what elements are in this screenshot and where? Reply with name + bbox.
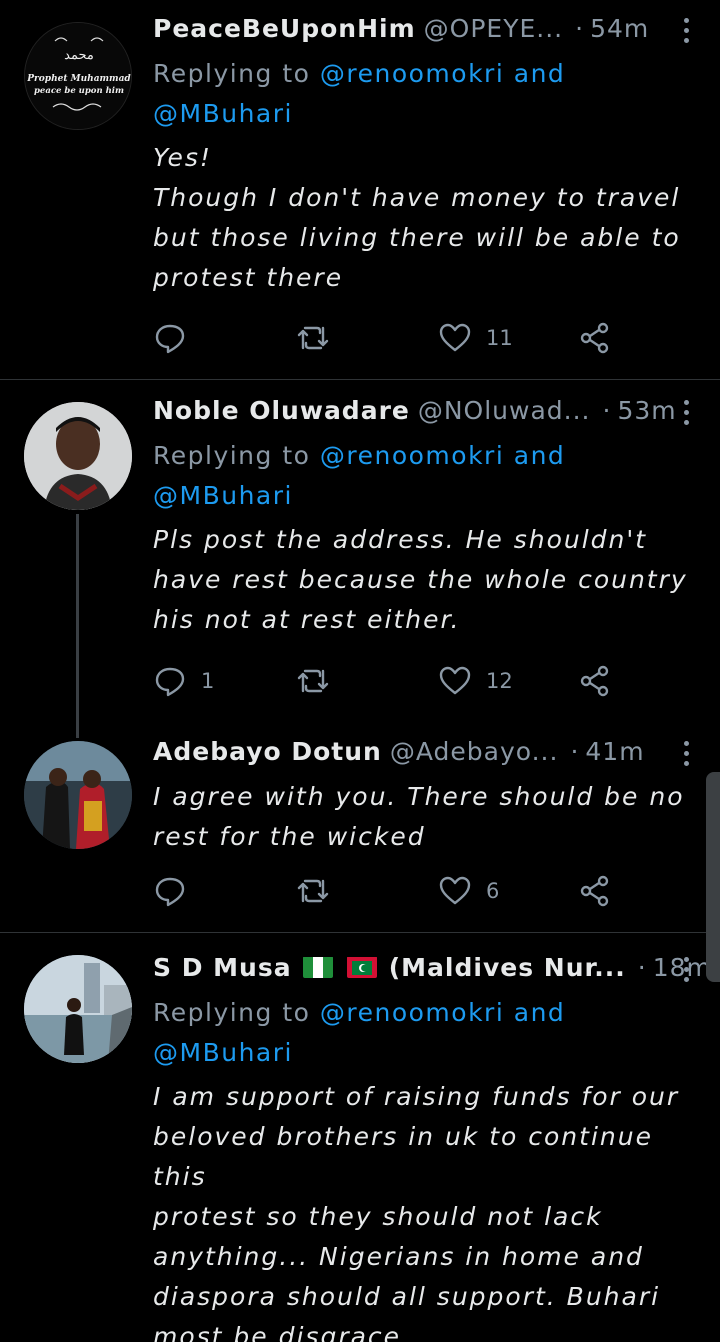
tweet-header: S D Musa (Maldives Nur... · 18m [153,953,711,993]
display-name[interactable]: Adebayo Dotun [153,737,382,766]
replying-to: Replying to @renoomokri and @MBuhari [153,436,690,516]
tweet-text: Pls post the address. He shouldn't have … [153,525,688,634]
scrollbar-thumb[interactable] [706,772,720,982]
heart-icon [439,323,471,352]
mention-link[interactable]: @renoomokri [320,998,504,1027]
timestamp[interactable]: 53m [617,396,676,425]
more-vertical-icon[interactable] [678,957,694,982]
like-button[interactable]: 12 [438,661,513,701]
mention-link[interactable]: @renoomokri [320,441,504,470]
tweet-header: Noble Oluwadare @NOluwad... · 53m [153,396,690,436]
tweet-header: Adebayo Dotun @Adebayo... · 41m [153,737,690,777]
share-button[interactable] [578,661,612,701]
heart-icon [439,876,471,905]
avatar[interactable]: محمد Prophet Muhammad peace be upon him [24,22,132,130]
reply-icon [155,667,185,697]
reply-icon [155,877,185,907]
tweet[interactable]: Noble Oluwadare @NOluwad... · 53m Replyi… [0,380,720,738]
share-icon [580,875,609,907]
user-handle[interactable]: @OPEYE... [424,14,563,43]
user-handle[interactable]: @Adebayo... [390,737,559,766]
retweet-button[interactable] [296,318,344,358]
display-name[interactable]: PeaceBeUponHim [153,14,416,43]
tweet-actions: 6 [153,871,623,911]
and-label: and [504,998,566,1027]
reply-button[interactable] [153,318,201,358]
svg-text:peace be upon him: peace be upon him [34,86,124,96]
timestamp[interactable]: 54m [590,14,649,43]
tweet[interactable]: Adebayo Dotun @Adebayo... · 41m I agree … [0,725,720,932]
svg-text:محمد: محمد [64,48,94,63]
replying-label: Replying to [153,441,320,470]
replying-to: Replying to @renoomokri and @MBuhari [153,993,690,1073]
share-button[interactable] [578,318,612,358]
tweet[interactable]: S D Musa (Maldives Nur... · 18m Replying… [0,933,720,1342]
mention-link[interactable]: @MBuhari [153,1038,293,1067]
mention-link[interactable]: @MBuhari [153,99,293,128]
tweet-text: Yes! Though I don't have money to travel… [153,143,681,292]
reply-icon [155,324,185,354]
like-count: 6 [486,879,500,903]
display-name[interactable]: Noble Oluwadare [153,396,410,425]
thread-line [76,514,79,738]
and-label: and [504,59,566,88]
more-vertical-icon[interactable] [678,741,694,766]
and-label: and [504,441,566,470]
avatar-photo-icon [24,741,132,849]
user-handle[interactable]: @NOluwad... [418,396,591,425]
avatar-calligraphy-icon: محمد Prophet Muhammad peace be upon him [25,23,131,129]
tweet-actions: 1 12 [153,661,623,701]
separator-dot: · [575,14,585,43]
retweet-button[interactable] [296,871,344,911]
avatar-photo-icon [24,402,132,510]
display-name[interactable]: S D Musa (Maldives Nur... [153,953,626,982]
heart-icon [439,666,471,695]
tweet-actions: 11 [153,318,623,358]
avatar[interactable] [24,955,132,1063]
like-button[interactable]: 11 [438,318,513,358]
tweet-header: PeaceBeUponHim @OPEYE... · 54m [153,14,690,54]
separator-dot: · [637,953,647,982]
replying-label: Replying to [153,998,320,1027]
retweet-button[interactable] [296,661,344,701]
reply-count: 1 [201,669,215,693]
nigeria-flag-icon [303,956,334,978]
more-vertical-icon[interactable] [678,400,694,425]
retweet-icon [297,669,329,693]
separator-dot: · [570,737,580,766]
replying-label: Replying to [153,59,320,88]
avatar-photo-icon [24,955,132,1063]
more-vertical-icon[interactable] [678,18,694,43]
like-count: 11 [486,326,513,350]
separator-dot: · [602,396,612,425]
like-count: 12 [486,669,513,693]
display-name-text: S D Musa [153,953,292,982]
avatar[interactable] [24,402,132,510]
share-icon [580,322,609,354]
tweet-text: I am support of raising funds for our be… [153,1082,680,1342]
retweet-icon [297,326,329,350]
avatar[interactable] [24,741,132,849]
display-name-suffix: (Maldives Nur... [388,953,626,982]
tweet[interactable]: محمد Prophet Muhammad peace be upon him … [0,0,720,380]
reply-button[interactable] [153,871,201,911]
retweet-icon [297,879,329,903]
mention-link[interactable]: @renoomokri [320,59,504,88]
timestamp[interactable]: 41m [585,737,644,766]
tweet-text: I agree with you. There should be no res… [153,782,685,851]
reply-button[interactable]: 1 [153,661,214,701]
maldives-flag-icon [347,956,378,978]
share-button[interactable] [578,871,612,911]
replying-to: Replying to @renoomokri and @MBuhari [153,54,690,134]
mention-link[interactable]: @MBuhari [153,481,293,510]
like-button[interactable]: 6 [438,871,499,911]
svg-text:Prophet Muhammad: Prophet Muhammad [26,74,131,84]
share-icon [580,665,609,697]
